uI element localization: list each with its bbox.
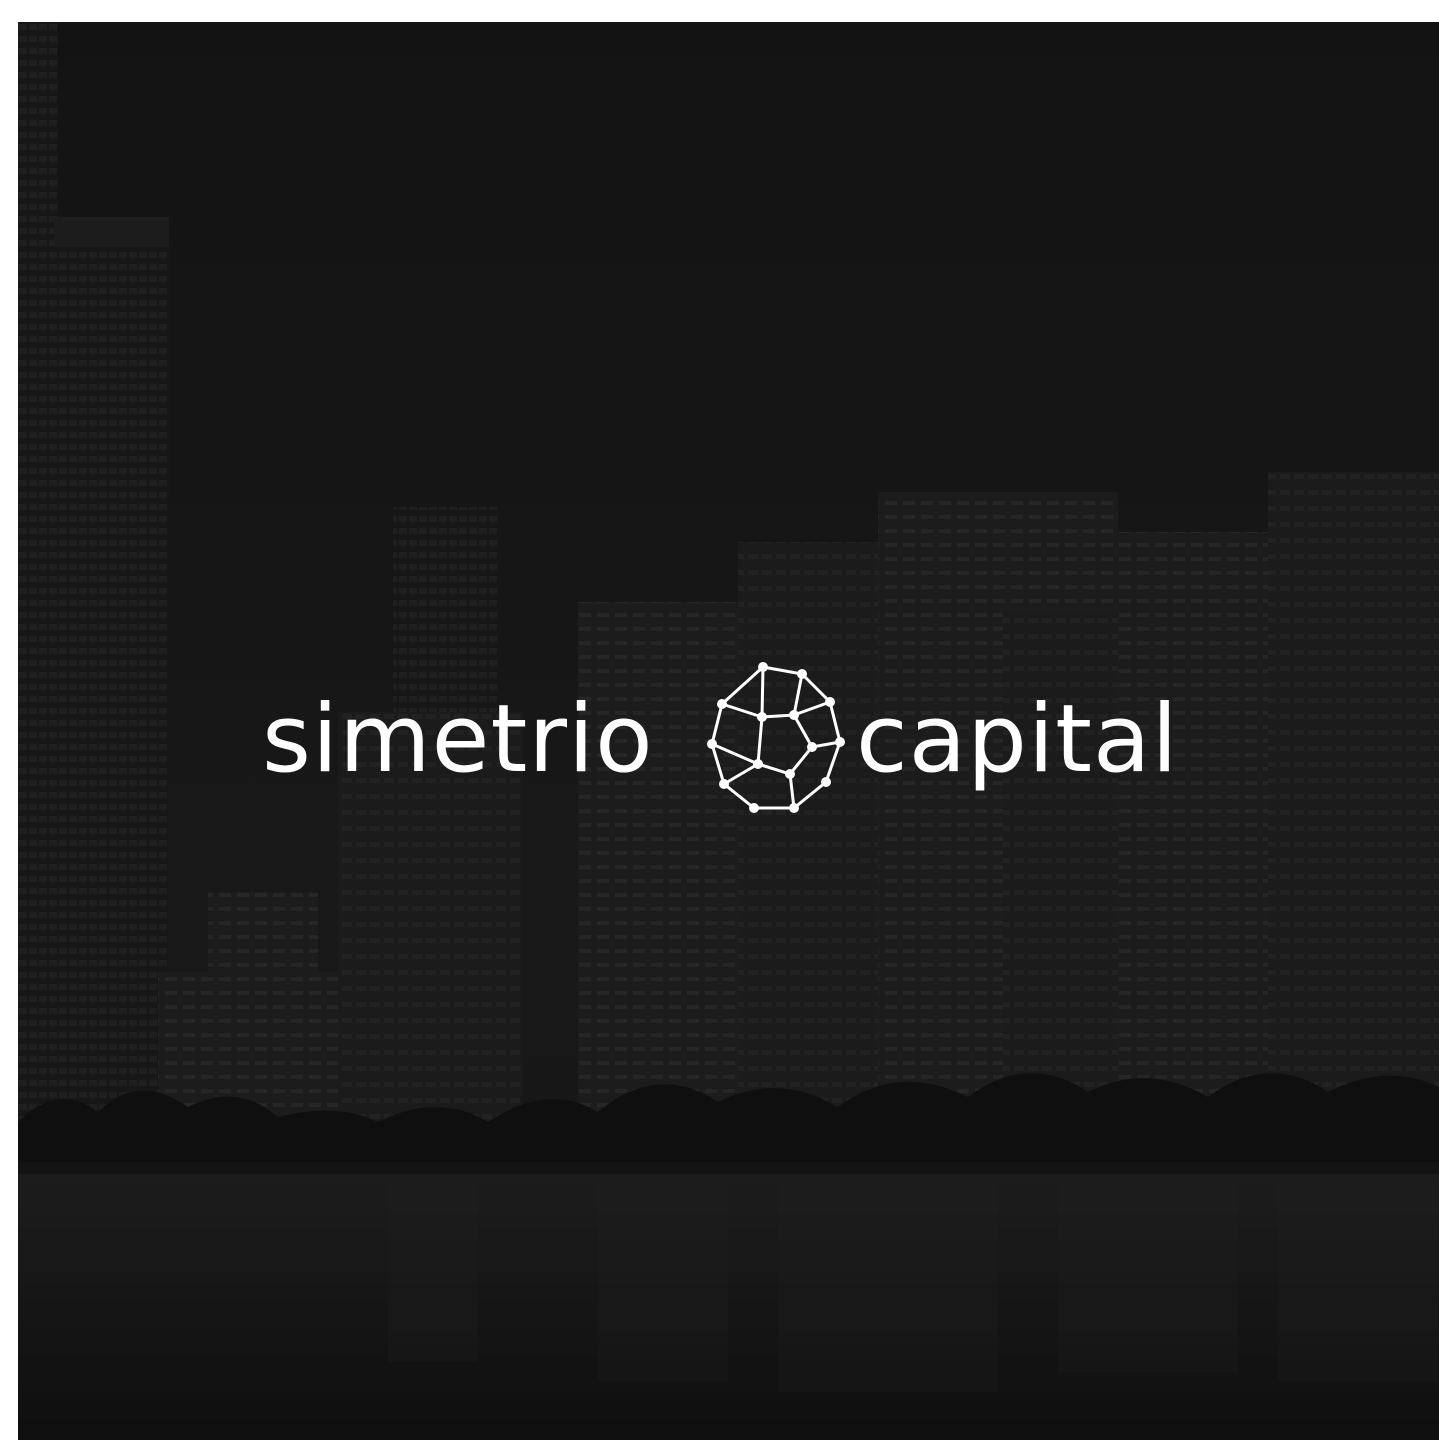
logo-word-right: capital [856, 685, 1179, 794]
dodecahedron-network-icon [710, 665, 842, 810]
logo-word-left: simetrio [262, 685, 654, 794]
hero-image-frame: simetrio capital [18, 22, 1439, 1440]
dodecahedron-nodes [707, 662, 845, 813]
brand-logo: simetrio capital [262, 662, 1179, 813]
